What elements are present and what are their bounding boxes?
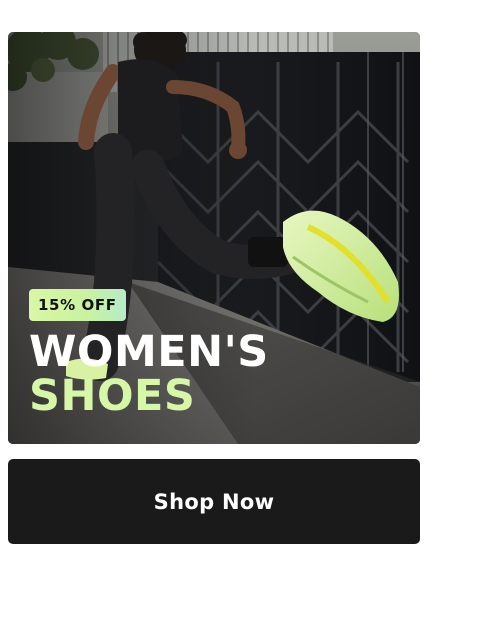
promo-headline: WOMEN'S SHOES <box>29 330 269 418</box>
headline-line-1: WOMEN'S <box>29 327 269 377</box>
shop-now-button[interactable]: Shop Now <box>8 459 420 544</box>
discount-badge: 15% OFF <box>29 289 126 321</box>
promo-card[interactable]: 15% OFF WOMEN'S SHOES <box>8 32 420 444</box>
headline-line-2: SHOES <box>29 371 196 421</box>
